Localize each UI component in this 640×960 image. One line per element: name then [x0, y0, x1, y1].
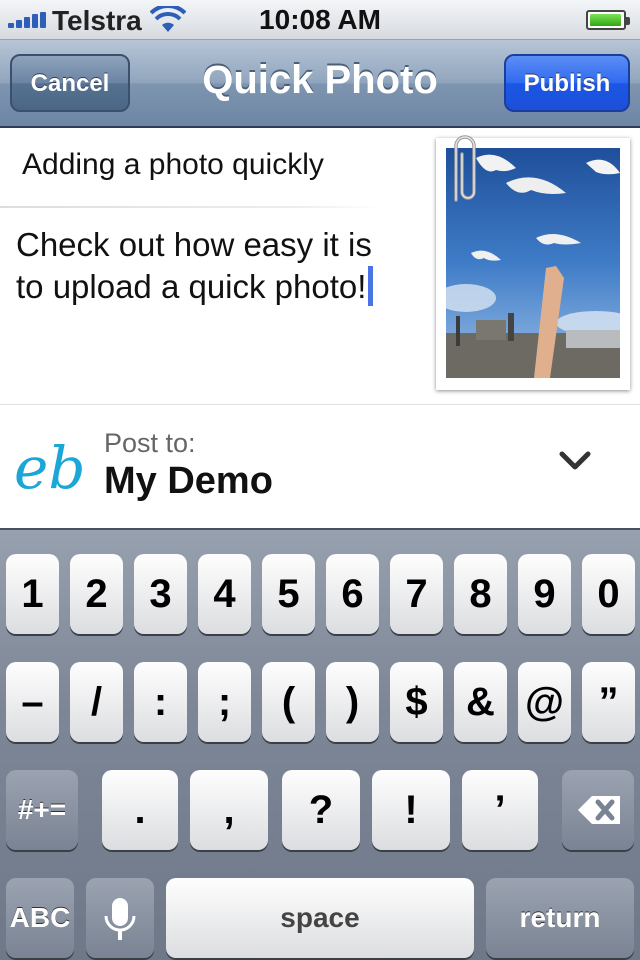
key[interactable]: ; [198, 662, 251, 742]
key[interactable]: $ [390, 662, 443, 742]
battery-icon [586, 10, 630, 30]
key[interactable]: 8 [454, 554, 507, 634]
key[interactable]: ! [372, 770, 450, 850]
key[interactable]: 0 [582, 554, 635, 634]
key[interactable]: ( [262, 662, 315, 742]
key[interactable]: 3 [134, 554, 187, 634]
key[interactable]: ) [326, 662, 379, 742]
key[interactable]: , [190, 770, 268, 850]
post-to-label: Post to: [104, 428, 196, 458]
space-key[interactable]: space [166, 878, 474, 958]
key[interactable]: 9 [518, 554, 571, 634]
post-body-field[interactable]: Check out how easy it is to upload a qui… [16, 224, 396, 308]
key[interactable]: & [454, 662, 507, 742]
symbols-mode-key[interactable]: #+= [6, 770, 78, 850]
divider [0, 206, 380, 208]
status-bar: Telstra 10:08 AM [0, 0, 640, 40]
key[interactable]: 2 [70, 554, 123, 634]
key[interactable]: . [102, 770, 178, 850]
key[interactable]: / [70, 662, 123, 742]
post-editor: Adding a photo quickly Check out how eas… [0, 130, 640, 528]
return-key[interactable]: return [486, 878, 634, 958]
key[interactable]: ” [582, 662, 635, 742]
delete-key[interactable] [562, 770, 634, 850]
post-body-text: Check out how easy it is to upload a qui… [16, 226, 372, 305]
key[interactable]: 7 [390, 554, 443, 634]
paperclip-icon [454, 135, 476, 202]
key[interactable]: 1 [6, 554, 59, 634]
blog-selector[interactable]: My Demo [104, 460, 273, 503]
dictation-key[interactable] [86, 878, 154, 958]
status-time: 10:08 AM [259, 4, 381, 35]
microphone-icon [104, 898, 136, 940]
blog-logo-icon: eb [14, 434, 85, 502]
publish-button[interactable]: Publish [504, 54, 630, 112]
key[interactable]: ? [282, 770, 360, 850]
chevron-down-icon[interactable] [558, 448, 592, 474]
key[interactable]: – [6, 662, 59, 742]
key[interactable]: : [134, 662, 187, 742]
key[interactable]: ’ [462, 770, 538, 850]
key[interactable]: @ [518, 662, 571, 742]
key[interactable]: 6 [326, 554, 379, 634]
key[interactable]: 4 [198, 554, 251, 634]
divider [0, 404, 640, 405]
keyboard: 1 2 3 4 5 6 7 8 9 0 – / : ; ( ) $ & @ ” … [0, 528, 640, 960]
key[interactable]: 5 [262, 554, 315, 634]
text-cursor [368, 266, 374, 306]
abc-key[interactable]: ABC [6, 878, 74, 958]
navigation-bar: Cancel Quick Photo Publish [0, 40, 640, 128]
svg-text:eb: eb [14, 434, 85, 502]
backspace-icon [578, 796, 620, 824]
battery-level [590, 14, 621, 26]
post-title-field[interactable]: Adding a photo quickly [22, 148, 324, 182]
